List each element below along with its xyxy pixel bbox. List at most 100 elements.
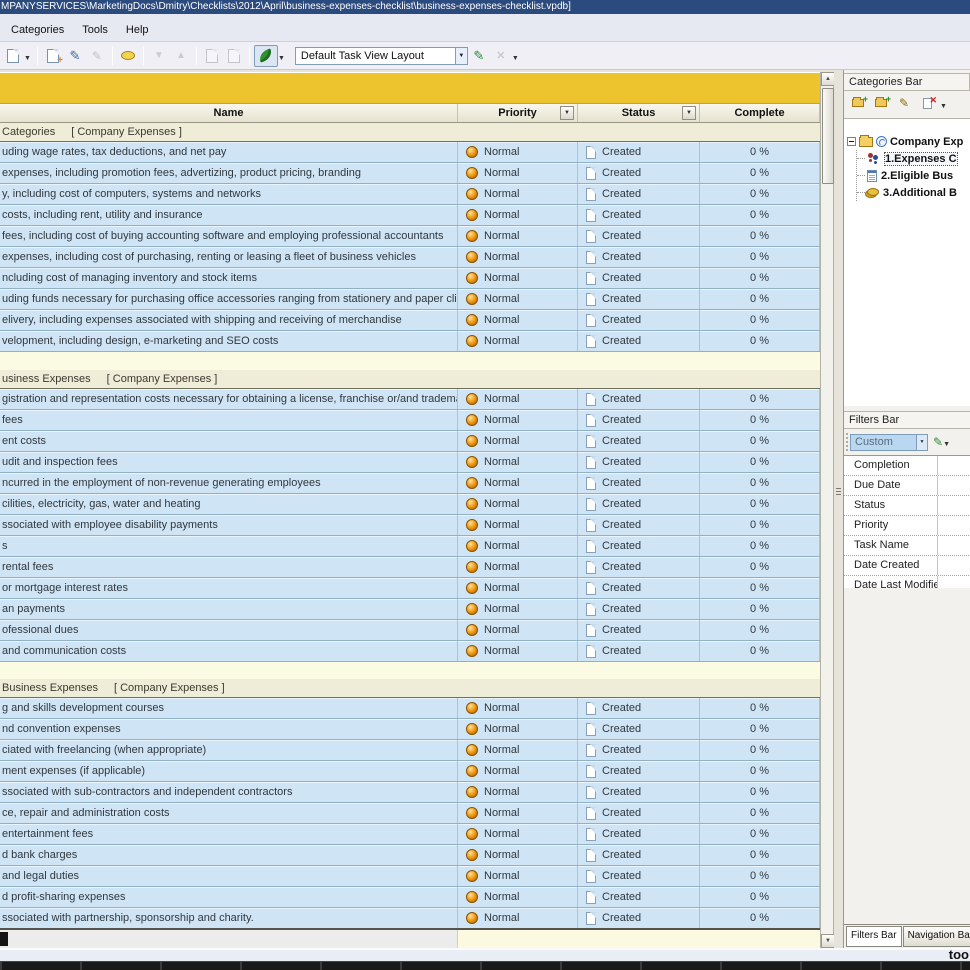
- collapse-icon[interactable]: [847, 137, 856, 146]
- panel-splitter[interactable]: [834, 70, 843, 948]
- table-row[interactable]: costs, including rent, utility and insur…: [0, 205, 820, 226]
- view-layout-value[interactable]: Default Task View Layout: [295, 47, 455, 65]
- table-row[interactable]: g and skills development coursesNormalCr…: [0, 698, 820, 719]
- task-priority-cell[interactable]: Normal: [458, 740, 578, 760]
- filter-label-due-date[interactable]: Due Date: [844, 476, 938, 495]
- tree-node-1-expenses-c[interactable]: 1.Expenses C: [857, 150, 970, 167]
- task-status-cell[interactable]: Created: [578, 866, 700, 886]
- filter-row[interactable]: Status: [844, 496, 970, 516]
- task-complete-cell[interactable]: 0 %: [700, 824, 820, 844]
- tree-node-2-eligible-bus[interactable]: 2.Eligible Bus: [857, 167, 970, 184]
- table-row[interactable]: ssociated with employee disability payme…: [0, 515, 820, 536]
- task-name-cell[interactable]: uding wage rates, tax deductions, and ne…: [0, 142, 458, 162]
- tab-filters-bar[interactable]: Filters Bar: [846, 926, 902, 947]
- scrollbar-thumb[interactable]: [822, 88, 834, 184]
- table-row[interactable]: ofessional duesNormalCreated0 %: [0, 620, 820, 641]
- task-name-cell[interactable]: g and skills development courses: [0, 698, 458, 718]
- table-row[interactable]: elivery, including expenses associated w…: [0, 310, 820, 331]
- task-complete-cell[interactable]: 0 %: [700, 536, 820, 556]
- task-name-cell[interactable]: ncluding cost of managing inventory and …: [0, 268, 458, 288]
- task-priority-cell[interactable]: Normal: [458, 247, 578, 267]
- task-priority-cell[interactable]: Normal: [458, 536, 578, 556]
- table-row[interactable]: expenses, including cost of purchasing, …: [0, 247, 820, 268]
- task-status-cell[interactable]: Created: [578, 908, 700, 928]
- task-priority-cell[interactable]: Normal: [458, 824, 578, 844]
- task-priority-cell[interactable]: Normal: [458, 389, 578, 409]
- edit-category-button[interactable]: ✎: [894, 95, 914, 112]
- task-complete-cell[interactable]: 0 %: [700, 205, 820, 225]
- chevron-down-icon[interactable]: ▼: [940, 103, 947, 110]
- task-complete-cell[interactable]: 0 %: [700, 473, 820, 493]
- task-name-cell[interactable]: y, including cost of computers, systems …: [0, 184, 458, 204]
- task-complete-cell[interactable]: 0 %: [700, 247, 820, 267]
- table-row[interactable]: ment expenses (if applicable)NormalCreat…: [0, 761, 820, 782]
- table-row[interactable]: fees, including cost of buying accountin…: [0, 226, 820, 247]
- task-name-cell[interactable]: and legal duties: [0, 866, 458, 886]
- task-status-cell[interactable]: Created: [578, 641, 700, 661]
- task-complete-cell[interactable]: 0 %: [700, 494, 820, 514]
- new-subcategory-button[interactable]: +: [871, 95, 891, 112]
- task-status-cell[interactable]: Created: [578, 226, 700, 246]
- task-complete-cell[interactable]: 0 %: [700, 620, 820, 640]
- task-name-cell[interactable]: expenses, including cost of purchasing, …: [0, 247, 458, 267]
- delete-category-button[interactable]: ✕: [917, 95, 937, 112]
- task-name-cell[interactable]: ncurred in the employment of non-revenue…: [0, 473, 458, 493]
- column-filter-button[interactable]: ▼: [682, 106, 696, 120]
- task-priority-cell[interactable]: Normal: [458, 803, 578, 823]
- new-task-name-cell[interactable]: [0, 930, 458, 948]
- menu-item-help[interactable]: Help: [117, 21, 158, 39]
- task-complete-cell[interactable]: 0 %: [700, 163, 820, 183]
- table-row[interactable]: feesNormalCreated0 %: [0, 410, 820, 431]
- chevron-down-icon[interactable]: ▼: [512, 55, 519, 62]
- task-priority-cell[interactable]: Normal: [458, 599, 578, 619]
- table-row[interactable]: and legal dutiesNormalCreated0 %: [0, 866, 820, 887]
- task-name-cell[interactable]: d bank charges: [0, 845, 458, 865]
- task-priority-cell[interactable]: Normal: [458, 719, 578, 739]
- task-complete-cell[interactable]: 0 %: [700, 740, 820, 760]
- task-status-cell[interactable]: Created: [578, 205, 700, 225]
- task-status-cell[interactable]: Created: [578, 389, 700, 409]
- column-filter-button[interactable]: ▼: [560, 106, 574, 120]
- task-name-cell[interactable]: ofessional dues: [0, 620, 458, 640]
- task-priority-cell[interactable]: Normal: [458, 641, 578, 661]
- table-row[interactable]: rental feesNormalCreated0 %: [0, 557, 820, 578]
- menu-item-categories[interactable]: Categories: [2, 21, 73, 39]
- task-name-cell[interactable]: ment expenses (if applicable): [0, 761, 458, 781]
- grid-scrollbar[interactable]: ▲ ▼: [820, 72, 834, 948]
- task-name-cell[interactable]: an payments: [0, 599, 458, 619]
- task-name-cell[interactable]: d profit-sharing expenses: [0, 887, 458, 907]
- task-complete-cell[interactable]: 0 %: [700, 908, 820, 928]
- task-status-cell[interactable]: Created: [578, 761, 700, 781]
- chevron-down-icon[interactable]: ▼: [24, 55, 31, 62]
- rename-task-button[interactable]: ✎: [86, 46, 108, 66]
- task-complete-cell[interactable]: 0 %: [700, 578, 820, 598]
- task-complete-cell[interactable]: 0 %: [700, 310, 820, 330]
- filter-row[interactable]: Due Date: [844, 476, 970, 496]
- task-status-cell[interactable]: Created: [578, 289, 700, 309]
- chevron-down-icon[interactable]: ▼: [943, 441, 950, 448]
- view-layout-combo[interactable]: Default Task View Layout ▼: [295, 47, 468, 65]
- task-name-cell[interactable]: expenses, including promotion fees, adve…: [0, 163, 458, 183]
- table-row[interactable]: or mortgage interest ratesNormalCreated0…: [0, 578, 820, 599]
- task-priority-cell[interactable]: Normal: [458, 410, 578, 430]
- chevron-down-icon[interactable]: ▼: [278, 55, 285, 62]
- task-name-cell[interactable]: udit and inspection fees: [0, 452, 458, 472]
- task-status-cell[interactable]: Created: [578, 599, 700, 619]
- task-name-cell[interactable]: velopment, including design, e-marketing…: [0, 331, 458, 351]
- table-row[interactable]: expenses, including promotion fees, adve…: [0, 163, 820, 184]
- task-priority-cell[interactable]: Normal: [458, 473, 578, 493]
- task-complete-cell[interactable]: 0 %: [700, 268, 820, 288]
- filter-label-completion[interactable]: Completion: [844, 456, 938, 475]
- task-priority-cell[interactable]: Normal: [458, 205, 578, 225]
- combo-dropdown-button[interactable]: ▼: [455, 47, 468, 65]
- task-priority-cell[interactable]: Normal: [458, 226, 578, 246]
- filter-label-status[interactable]: Status: [844, 496, 938, 515]
- task-priority-cell[interactable]: Normal: [458, 494, 578, 514]
- task-status-cell[interactable]: Created: [578, 887, 700, 907]
- task-complete-cell[interactable]: 0 %: [700, 142, 820, 162]
- task-status-cell[interactable]: Created: [578, 782, 700, 802]
- tree-node-root[interactable]: Company Exp: [844, 133, 970, 150]
- task-name-cell[interactable]: entertainment fees: [0, 824, 458, 844]
- task-name-cell[interactable]: gistration and representation costs nece…: [0, 389, 458, 409]
- task-status-cell[interactable]: Created: [578, 740, 700, 760]
